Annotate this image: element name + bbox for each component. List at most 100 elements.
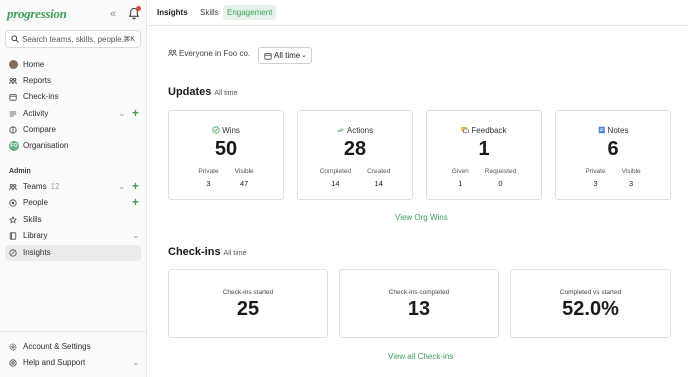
logo[interactable]: progression (7, 6, 67, 22)
actions-value: 28 (343, 138, 367, 160)
gear-icon (9, 343, 17, 351)
people-icon (168, 49, 177, 57)
sidebar-item-label: Insights (23, 248, 51, 257)
time-range-label: All time (274, 51, 301, 60)
sidebar-item-label: People (23, 198, 48, 207)
collapse-sidebar-icon[interactable]: « (110, 8, 116, 20)
add-person-icon[interactable]: + (132, 195, 139, 209)
sidebar-item-organisation[interactable]: FO Organisation (5, 138, 141, 154)
updates-section-title: Updates All time (168, 86, 237, 98)
search-placeholder: Search teams, skills, people... (22, 35, 129, 44)
calendar-icon (264, 52, 272, 60)
wins-card: Wins 50 Private 3 Visible 47 (168, 110, 284, 200)
chevron-down-icon[interactable]: ⌄ (132, 357, 140, 368)
organisation-badge-icon: FO (9, 141, 19, 151)
sidebar-item-label: Help and Support (23, 358, 86, 367)
feedback-card: Feedback 1 Given 1 Requested 0 (426, 110, 542, 200)
wins-private: Private 3 (198, 168, 218, 188)
sidebar-item-library[interactable]: Library ⌄ (5, 228, 141, 244)
sidebar-item-skills[interactable]: Skills (5, 212, 141, 228)
star-icon (9, 216, 17, 224)
actions-created-value: 14 (374, 179, 383, 188)
search-icon (11, 35, 19, 43)
view-all-checkins-link[interactable]: View all Check-ins (388, 352, 453, 361)
notes-private-value: 3 (593, 179, 598, 188)
sidebar: progression « Search teams, skills, peop… (0, 0, 147, 377)
actions-created: Created 14 (367, 168, 390, 188)
feedback-given-value: 1 (458, 179, 463, 188)
sidebar-item-account-settings[interactable]: Account & Settings (5, 339, 141, 355)
checkins-started-card: Check-ins started 25 (168, 269, 328, 338)
sidebar-item-label: Reports (23, 76, 52, 85)
sidebar-item-teams[interactable]: Teams 12 ⌄ + (5, 179, 141, 195)
wins-breakdown: Private 3 Visible 47 (169, 168, 283, 188)
tab-engagement[interactable]: Engagement (223, 5, 277, 20)
sidebar-item-reports[interactable]: Reports (5, 73, 141, 89)
updates-title: Updates (168, 86, 212, 98)
tab-skills[interactable]: Skills (196, 5, 223, 20)
check-circle-icon (212, 126, 220, 134)
chevron-down-icon: ⌄ (301, 52, 307, 59)
chevron-down-icon[interactable]: ⌄ (118, 181, 126, 192)
feedback-card-header: Feedback (427, 126, 541, 135)
chevron-down-icon[interactable]: ⌄ (118, 108, 126, 119)
view-org-wins-link[interactable]: View Org Wins (395, 213, 448, 222)
sidebar-item-label: Activity (23, 109, 49, 118)
checkmarks-icon (337, 128, 344, 133)
feedback-requested: Requested 0 (485, 168, 516, 188)
notification-dot (136, 6, 141, 11)
checkins-title: Check-ins (168, 246, 221, 258)
wins-visible: Visible 47 (235, 168, 254, 188)
sidebar-item-label: Compare (23, 125, 56, 134)
feedback-requested-value: 0 (498, 179, 503, 188)
compare-icon (9, 126, 17, 134)
sidebar-item-compare[interactable]: Compare (5, 122, 141, 138)
sidebar-item-help-support[interactable]: Help and Support ⌄ (5, 355, 141, 371)
notes-visible-value: 3 (629, 179, 634, 188)
sidebar-item-activity[interactable]: Activity ⌄ + (5, 106, 141, 122)
note-icon (598, 126, 605, 134)
checkins-completed-label: Check-ins completed (388, 289, 450, 296)
wins-private-value: 3 (206, 179, 211, 188)
wins-value: 50 (214, 138, 238, 160)
search-input[interactable]: Search teams, skills, people... ⌘K (5, 30, 141, 48)
completed-vs-started-label: Completed vs started (559, 289, 622, 296)
notes-visible: Visible 3 (622, 168, 641, 188)
add-activity-icon[interactable]: + (132, 106, 139, 120)
sidebar-item-insights[interactable]: Insights (5, 245, 141, 261)
avatar (9, 60, 18, 69)
notes-visible-label: Visible (621, 168, 641, 175)
tab-insights[interactable]: Insights (153, 5, 192, 20)
scope-filter[interactable]: Everyone in Foo co. (168, 49, 250, 58)
notes-breakdown: Private 3 Visible 3 (556, 168, 670, 188)
insights-icon (9, 249, 17, 257)
actions-completed-label: Completed (319, 168, 352, 175)
sidebar-header: progression « (7, 6, 141, 22)
sidebar-item-label: Check-ins (23, 92, 59, 101)
sidebar-item-check-ins[interactable]: Check-ins (5, 89, 141, 105)
top-tab-bar: Insights Skills Engagement (148, 0, 688, 26)
notes-private-label: Private (585, 168, 606, 175)
sidebar-item-label: Skills (23, 215, 42, 224)
teams-icon (9, 183, 17, 191)
sidebar-item-label: Home (23, 60, 45, 69)
sidebar-item-label: Account & Settings (23, 342, 91, 351)
actions-completed: Completed 14 (320, 168, 351, 188)
notes-card: Notes 6 Private 3 Visible 3 (555, 110, 671, 200)
sidebar-item-home[interactable]: Home (5, 57, 141, 73)
checkins-started-label: Check-ins started (222, 289, 274, 296)
sidebar-item-people[interactable]: People + (5, 195, 141, 211)
reports-icon (9, 77, 17, 85)
notifications-bell-icon[interactable] (128, 6, 141, 20)
wins-label: Wins (222, 126, 240, 135)
sidebar-divider (0, 331, 147, 332)
sidebar-item-label: Teams 12 (23, 182, 59, 191)
time-range-dropdown[interactable]: All time ⌄ (258, 47, 312, 64)
actions-label: Actions (346, 126, 374, 135)
completed-vs-started-card: Completed vs started 52.0% (510, 269, 671, 338)
chevron-down-icon[interactable]: ⌄ (132, 230, 140, 241)
sidebar-item-label: Organisation (23, 141, 69, 150)
add-team-icon[interactable]: + (132, 179, 139, 193)
notes-value: 6 (607, 138, 619, 160)
scope-filter-label: Everyone in Foo co. (179, 49, 251, 58)
